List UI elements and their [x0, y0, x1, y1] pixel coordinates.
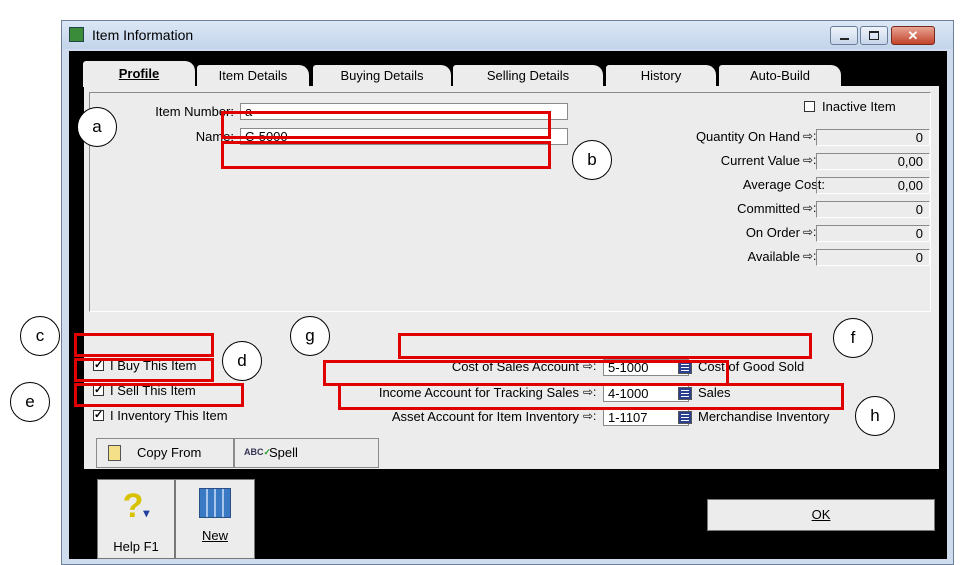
- stat-value: 0: [816, 129, 930, 146]
- annotation-a: a: [77, 107, 117, 147]
- drilldown-arrow-icon[interactable]: ⇨:: [803, 249, 816, 263]
- copy-icon: [108, 445, 121, 461]
- copy-from-button[interactable]: Copy From: [96, 438, 234, 468]
- highlight-item-number: [221, 111, 551, 139]
- option-checkbox[interactable]: ✓: [93, 410, 104, 421]
- spell-button[interactable]: ABC✓ Spell: [234, 438, 379, 468]
- tab-bar: Profile Item Details Buying Details Sell…: [69, 51, 947, 87]
- annotation-d: d: [222, 341, 262, 381]
- stat-label: Current Value: [720, 153, 800, 168]
- stat-value: 0,00: [816, 153, 930, 170]
- minimize-icon: [839, 37, 849, 40]
- item-number-label: Item Number:: [155, 104, 234, 119]
- highlight-asset-account: [338, 383, 844, 410]
- new-label: New: [201, 528, 228, 543]
- copy-from-label: Copy From: [137, 445, 202, 460]
- tab-selling-details[interactable]: Selling Details: [453, 65, 603, 87]
- tab-item-details[interactable]: Item Details: [197, 65, 309, 87]
- name-label: Name:: [195, 129, 234, 144]
- tab-history[interactable]: History: [606, 65, 716, 87]
- drilldown-arrow-icon[interactable]: ⇨:: [803, 129, 816, 143]
- drilldown-arrow-icon[interactable]: ⇨:: [583, 409, 596, 423]
- close-button[interactable]: ✕: [891, 26, 935, 45]
- drilldown-arrow-icon[interactable]: ⇨:: [803, 225, 816, 239]
- drilldown-arrow-icon[interactable]: ⇨:: [803, 201, 816, 215]
- ok-button[interactable]: OK: [707, 499, 935, 531]
- help-label: Help F1: [113, 539, 159, 554]
- highlight-name: [221, 141, 551, 169]
- inactive-item-label: Inactive Item: [822, 99, 896, 114]
- stat-label: Committed: [737, 201, 800, 216]
- spell-label: Spell: [269, 445, 298, 460]
- item-window-icon: [69, 27, 84, 42]
- close-icon: ✕: [907, 27, 919, 43]
- tab-profile[interactable]: Profile: [83, 61, 195, 87]
- list-lookup-icon[interactable]: [678, 411, 692, 424]
- account-name: Merchandise Inventory: [698, 409, 830, 424]
- annotation-e: e: [10, 382, 50, 422]
- account-number-field[interactable]: 1-1107: [603, 409, 689, 426]
- account-label: Asset Account for Item Inventory: [391, 409, 579, 424]
- annotation-b: b: [572, 140, 612, 180]
- help-button[interactable]: ?▾ Help F1: [97, 479, 175, 559]
- maximize-button[interactable]: [860, 26, 888, 45]
- stat-label: Average Cost:: [742, 177, 825, 192]
- maximize-icon: [869, 31, 879, 40]
- stat-value: 0,00: [816, 177, 930, 194]
- highlight-buy: [74, 333, 214, 357]
- window-title: Item Information: [92, 27, 194, 43]
- annotation-g: g: [290, 316, 330, 356]
- title-bar: Item Information ✕: [62, 21, 953, 49]
- item-information-window: Item Information ✕ Profile Item Details …: [61, 20, 954, 565]
- stat-label: Available: [747, 249, 800, 264]
- help-icon: ?▾: [122, 487, 150, 525]
- highlight-cost-of-sales: [398, 333, 812, 359]
- stat-label: On Order: [745, 225, 800, 240]
- stat-value: 0: [816, 201, 930, 218]
- stat-value: 0: [816, 225, 930, 242]
- stat-label: Quantity On Hand: [695, 129, 800, 144]
- drilldown-arrow-icon[interactable]: ⇨:: [803, 153, 816, 167]
- tab-buying-details[interactable]: Buying Details: [313, 65, 451, 87]
- inactive-item-checkbox[interactable]: [804, 101, 815, 112]
- annotation-f: f: [833, 318, 873, 358]
- option-label: I Inventory This Item: [110, 408, 228, 423]
- tab-auto-build[interactable]: Auto-Build: [719, 65, 841, 87]
- spell-check-icon: ABC✓: [244, 447, 272, 457]
- new-button[interactable]: New: [175, 479, 255, 559]
- minimize-button[interactable]: [830, 26, 858, 45]
- new-item-icon: [199, 488, 231, 518]
- annotation-c: c: [20, 316, 60, 356]
- highlight-sell: [74, 358, 214, 382]
- stat-value: 0: [816, 249, 930, 266]
- annotation-h: h: [855, 396, 895, 436]
- highlight-inventory: [74, 383, 244, 407]
